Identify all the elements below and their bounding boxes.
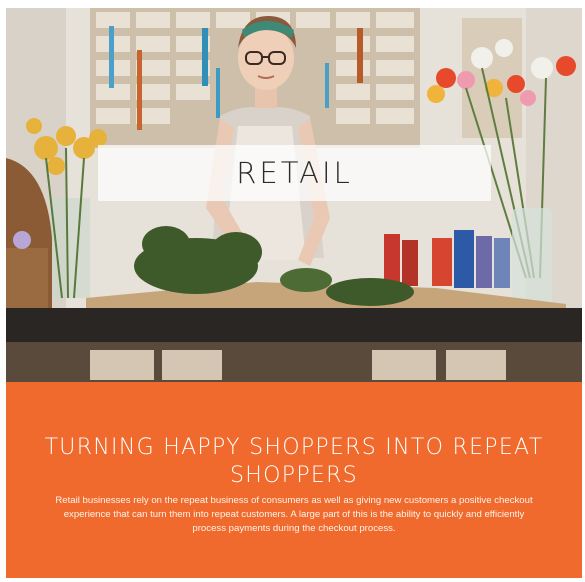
info-panel: TURNING HAPPY SHOPPERS INTO REPEAT SHOPP… [6,382,582,578]
retail-banner: RETAIL [98,145,491,201]
retail-card: RETAIL TURNING HAPPY SHOPPERS INTO REPEA… [6,8,582,578]
retail-label: RETAIL [236,156,353,190]
body-paragraph: Retail businesses rely on the repeat bus… [55,495,533,534]
hero-photo: RETAIL [6,8,582,382]
headline: TURNING HAPPY SHOPPERS INTO REPEAT SHOPP… [44,435,544,488]
